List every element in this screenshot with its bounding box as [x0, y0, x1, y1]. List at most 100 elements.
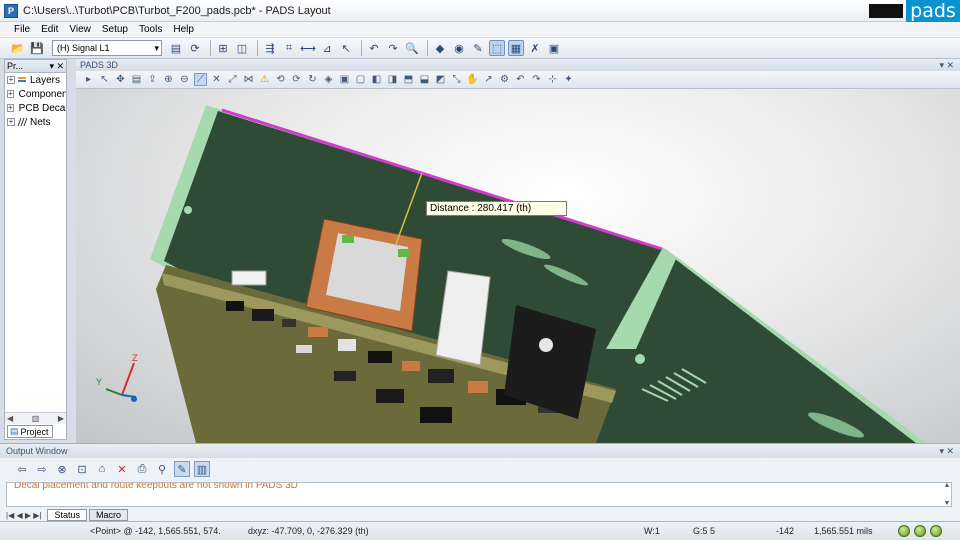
stop-icon[interactable]: ⊗ — [54, 461, 70, 477]
route-icon[interactable]: ⇶ — [262, 40, 278, 56]
home-icon[interactable]: ⌂ — [94, 461, 110, 477]
dimension-icon[interactable]: ⟷ — [300, 40, 316, 56]
nets-icon — [17, 117, 27, 127]
expand-icon[interactable]: + — [7, 90, 14, 98]
zoom-in-icon[interactable]: ⊕ — [162, 73, 175, 86]
scroll-left-icon[interactable]: ◀ — [7, 414, 13, 423]
view-right-icon[interactable]: ◩ — [434, 73, 447, 86]
menu-file[interactable]: File — [14, 24, 30, 35]
fit-icon[interactable]: ⤢ — [226, 73, 239, 86]
tab-nav-icon[interactable]: |◀ ◀ ▶ ▶| — [6, 511, 41, 520]
tree-item-layers[interactable]: + Layers — [5, 73, 66, 87]
camera-icon[interactable]: ◉ — [451, 40, 467, 56]
verify-icon[interactable]: ✗ — [527, 40, 543, 56]
tree-item-components[interactable]: + Components — [5, 87, 66, 101]
tree-item-nets[interactable]: + Nets — [5, 115, 66, 129]
pan-icon[interactable]: ✋ — [466, 73, 479, 86]
window-icon[interactable]: ▣ — [546, 40, 562, 56]
tab-project[interactable]: ▤ Project — [7, 425, 53, 438]
scroll-right-icon[interactable]: ▶ — [58, 414, 64, 423]
drafting-icon[interactable]: ⌗ — [281, 40, 297, 56]
layers-icon[interactable]: ▤ — [130, 73, 143, 86]
view-left-icon[interactable]: ⬓ — [418, 73, 431, 86]
design-icon[interactable]: ◫ — [234, 40, 250, 56]
output-scrollbar[interactable]: ▲ ▼ — [942, 482, 952, 507]
play-icon[interactable]: ▸ — [82, 73, 95, 86]
view-top-icon[interactable]: ▣ — [338, 73, 351, 86]
snap-icon[interactable]: ⊹ — [546, 73, 559, 86]
step-icon[interactable]: ⊡ — [74, 461, 90, 477]
redo-view-icon[interactable]: ↷ — [530, 73, 543, 86]
menu-tools[interactable]: Tools — [139, 24, 162, 35]
render-icon[interactable]: ✦ — [562, 73, 575, 86]
view-iso-icon[interactable]: ◈ — [322, 73, 335, 86]
move-icon[interactable]: ✥ — [114, 73, 127, 86]
export-icon[interactable]: ⇪ — [146, 73, 159, 86]
view-side-icon[interactable]: ◧ — [370, 73, 383, 86]
open-folder-icon[interactable]: 📂 — [10, 40, 26, 56]
ecO-icon[interactable]: ⊿ — [319, 40, 335, 56]
menu-bar: File Edit View Setup Tools Help — [0, 22, 960, 37]
3d-viewport[interactable]: Z Y Distance : 280.417 (th) — [76, 89, 960, 443]
undo-icon[interactable]: ↶ — [366, 40, 382, 56]
project-panel: Pr... ▾ ✕ + Layers + Components + PCB De… — [4, 59, 67, 440]
tree-item-pcb-decals[interactable]: + PCB Decals — [5, 101, 66, 115]
fit-all-icon[interactable]: ⤡ — [450, 73, 463, 86]
scroll-thumb[interactable]: ▥ — [32, 414, 40, 423]
output-log[interactable]: Decal placement and route keepouts are n… — [6, 482, 952, 507]
tree-item-label: Layers — [30, 74, 61, 86]
insert-icon[interactable]: ⊞ — [215, 40, 231, 56]
output-window-header: Output Window ▾ ✕ — [0, 444, 960, 458]
view-front-icon[interactable]: ▢ — [354, 73, 367, 86]
scroll-up-icon[interactable]: ▲ — [944, 482, 951, 489]
menu-help[interactable]: Help — [173, 24, 194, 35]
expand-icon[interactable]: + — [7, 104, 14, 112]
split-view-icon[interactable]: ▦ — [508, 40, 524, 56]
select-icon[interactable]: ↖ — [98, 73, 111, 86]
view-bottom-icon[interactable]: ⬒ — [402, 73, 415, 86]
zoom-out-icon[interactable]: ⊖ — [178, 73, 191, 86]
settings-icon[interactable]: ⚙ — [498, 73, 511, 86]
panel-controls-icon[interactable]: ▾ ✕ — [939, 60, 954, 71]
measure-icon[interactable]: ⟋ — [194, 73, 207, 86]
menu-view[interactable]: View — [69, 24, 91, 35]
select-pointer-icon[interactable]: ↖ — [338, 40, 354, 56]
zoom-icon[interactable]: 🔍 — [404, 40, 420, 56]
close-icon[interactable]: ▾ ✕ — [49, 61, 64, 72]
rotate-x-icon[interactable]: ⟲ — [274, 73, 287, 86]
pointer-icon[interactable]: ↗ — [482, 73, 495, 86]
tab-status[interactable]: Status — [47, 509, 87, 521]
undo-view-icon[interactable]: ↶ — [514, 73, 527, 86]
print-icon[interactable]: ⎙ — [134, 461, 150, 477]
find-icon[interactable]: ⚲ — [154, 461, 170, 477]
delete-icon[interactable]: ✕ — [114, 461, 130, 477]
expand-icon[interactable]: + — [7, 118, 15, 126]
forward-icon[interactable]: ⇨ — [34, 461, 50, 477]
horizontal-scrollbar[interactable]: ◀ ▥ ▶ — [5, 412, 66, 424]
tab-macro[interactable]: Macro — [88, 509, 128, 521]
panel-controls-icon[interactable]: ▾ ✕ — [939, 446, 954, 457]
project-panel-header: Pr... ▾ ✕ — [5, 60, 66, 73]
back-icon[interactable]: ⇦ — [14, 461, 30, 477]
warning-icon[interactable]: ⚠ — [258, 73, 271, 86]
refresh-icon[interactable]: ⟳ — [187, 40, 203, 56]
edit-icon[interactable]: ✎ — [174, 461, 190, 477]
layers-icon[interactable]: ▤ — [168, 40, 184, 56]
expand-icon[interactable]: + — [7, 76, 15, 84]
redo-icon[interactable]: ↷ — [385, 40, 401, 56]
view-3d-icon[interactable]: ◆ — [432, 40, 448, 56]
clash-icon[interactable]: ⋈ — [242, 73, 255, 86]
layer-select[interactable]: (H) Signal L1 ▾ — [52, 40, 162, 56]
rotate-z-icon[interactable]: ↻ — [306, 73, 319, 86]
save-icon[interactable]: 💾 — [29, 40, 45, 56]
view-back-icon[interactable]: ◨ — [386, 73, 399, 86]
scroll-down-icon[interactable]: ▼ — [944, 500, 951, 507]
menu-edit[interactable]: Edit — [41, 24, 58, 35]
clear-measure-icon[interactable]: ✕ — [210, 73, 223, 86]
menu-setup[interactable]: Setup — [102, 24, 128, 35]
columns-icon[interactable]: ▥ — [194, 461, 210, 477]
visualize-icon[interactable]: ⬚ — [489, 40, 505, 56]
rotate-y-icon[interactable]: ⟳ — [290, 73, 303, 86]
svg-text:Y: Y — [96, 377, 102, 387]
paint-icon[interactable]: ✎ — [470, 40, 486, 56]
